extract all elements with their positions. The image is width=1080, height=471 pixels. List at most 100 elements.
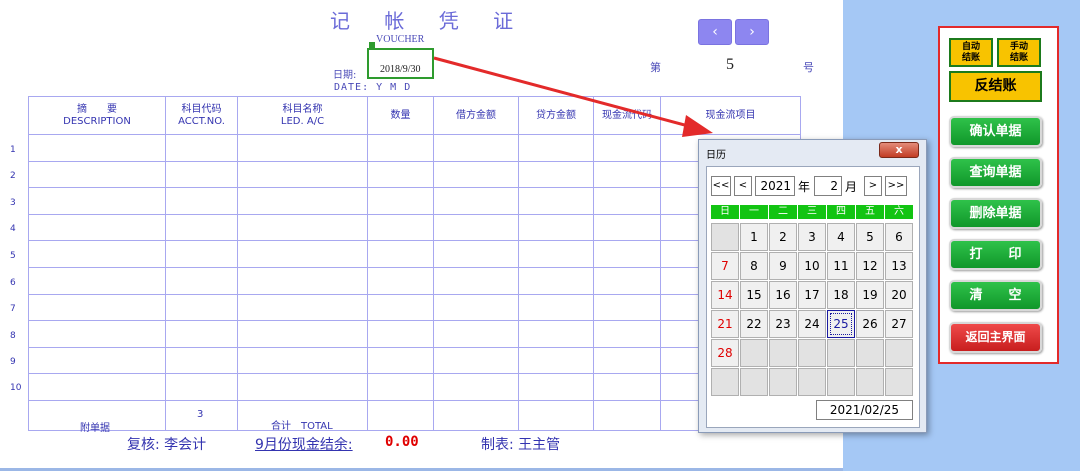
- calendar-empty-cell: [885, 368, 913, 396]
- date-field-handle: [369, 42, 375, 50]
- prev-year-button[interactable]: <<: [711, 176, 731, 196]
- calendar-day[interactable]: 9: [769, 252, 797, 280]
- calendar-day[interactable]: 14: [711, 281, 739, 309]
- weekday-header: 日 一 二 三 四 五 六: [711, 205, 913, 219]
- table-row[interactable]: [28, 373, 801, 401]
- calendar-day[interactable]: 5: [856, 223, 884, 251]
- row-number: 3: [10, 198, 16, 208]
- year-input[interactable]: 2021: [755, 176, 795, 196]
- table-row[interactable]: [28, 293, 801, 322]
- header-quantity: 数量: [367, 96, 434, 135]
- weekday-label: 六: [885, 205, 913, 219]
- calendar-day[interactable]: 24: [798, 310, 826, 338]
- calendar-empty-cell: [769, 339, 797, 367]
- weekday-label: 四: [827, 205, 855, 219]
- calendar-day[interactable]: 3: [798, 223, 826, 251]
- table-row[interactable]: [28, 134, 801, 162]
- row-number: 9: [10, 357, 16, 367]
- weekday-label: 日: [711, 205, 739, 219]
- calendar-day[interactable]: 21: [711, 310, 739, 338]
- voucher-number-label: 第: [650, 61, 661, 74]
- calendar-day[interactable]: 20: [885, 281, 913, 309]
- month-label: 月: [845, 180, 858, 194]
- prev-voucher-button[interactable]: ‹: [698, 19, 732, 45]
- calendar-empty-cell: [740, 339, 768, 367]
- calendar-day[interactable]: 15: [740, 281, 768, 309]
- calendar-day[interactable]: 22: [740, 310, 768, 338]
- calendar-day[interactable]: 1: [740, 223, 768, 251]
- next-voucher-button[interactable]: ›: [735, 19, 769, 45]
- delete-voucher-button[interactable]: 删除单据: [949, 198, 1042, 229]
- print-button[interactable]: 打 印: [949, 239, 1042, 270]
- table-header-row: 摘 要 DESCRIPTION 科目代码 ACCT.NO. 科目名称 LED. A/C…: [28, 96, 801, 135]
- total-label: 合计 TOTAL: [271, 421, 333, 432]
- calendar-day[interactable]: 19: [856, 281, 884, 309]
- voucher-table: 摘 要 DESCRIPTION 科目代码 ACCT.NO. 科目名称 LED. A/C…: [28, 96, 801, 431]
- next-month-button[interactable]: >: [864, 176, 882, 196]
- attachments-label: 附单据: [80, 423, 110, 434]
- auto-close-button[interactable]: 自动 结账: [949, 38, 993, 67]
- close-icon[interactable]: x: [879, 142, 919, 158]
- selected-date-field[interactable]: 2021/02/25: [816, 400, 913, 420]
- manual-close-button[interactable]: 手动 结账: [997, 38, 1041, 67]
- calendar-day[interactable]: 7: [711, 252, 739, 280]
- calendar-day[interactable]: 26: [856, 310, 884, 338]
- calendar-empty-cell: [798, 368, 826, 396]
- calendar-day[interactable]: 13: [885, 252, 913, 280]
- cash-balance-value: 0.00: [385, 434, 419, 450]
- header-description: 摘 要 DESCRIPTION: [28, 96, 166, 135]
- calendar-day[interactable]: 12: [856, 252, 884, 280]
- back-to-main-button[interactable]: 返回主界面: [949, 322, 1042, 353]
- calendar-empty-cell: [769, 368, 797, 396]
- month-input[interactable]: 2: [814, 176, 842, 196]
- calendar-day[interactable]: 18: [827, 281, 855, 309]
- year-label: 年: [798, 180, 811, 194]
- calendar-empty-cell: [711, 368, 739, 396]
- calendar-title: 日历: [706, 150, 726, 161]
- calendar-day[interactable]: 8: [740, 252, 768, 280]
- calendar-dialog: 日历 x << < 2021 年 2 月 > >> 日 一 二 三 四 五 六 …: [698, 139, 927, 433]
- table-row[interactable]: [28, 187, 801, 215]
- row-number: 6: [10, 278, 16, 288]
- table-row[interactable]: [28, 213, 801, 242]
- calendar-day[interactable]: 6: [885, 223, 913, 251]
- table-row[interactable]: [28, 320, 801, 348]
- table-row[interactable]: [28, 346, 801, 375]
- weekday-label: 三: [798, 205, 826, 219]
- calendar-day[interactable]: 25: [827, 310, 855, 338]
- table-row[interactable]: [28, 266, 801, 295]
- prev-month-button[interactable]: <: [734, 176, 752, 196]
- calendar-day[interactable]: 23: [769, 310, 797, 338]
- voucher-number-suffix: 号: [803, 61, 814, 74]
- confirm-voucher-button[interactable]: 确认单据: [949, 116, 1042, 147]
- row-number: 1: [10, 145, 16, 155]
- calendar-day[interactable]: 17: [798, 281, 826, 309]
- next-year-button[interactable]: >>: [885, 176, 907, 196]
- voucher-number: 5: [726, 56, 734, 73]
- calendar-empty-cell: [711, 223, 739, 251]
- calendar-day[interactable]: 10: [798, 252, 826, 280]
- calendar-day[interactable]: 16: [769, 281, 797, 309]
- date-format-label: DATE: Y M D: [334, 82, 412, 93]
- calendar-day[interactable]: 27: [885, 310, 913, 338]
- query-voucher-button[interactable]: 查询单据: [949, 157, 1042, 188]
- reviewer-text: 复核: 李会计: [127, 437, 207, 453]
- calendar-day[interactable]: 11: [827, 252, 855, 280]
- header-debit: 借方金额: [433, 96, 519, 135]
- voucher-subtitle: VOUCHER: [376, 34, 425, 45]
- row-number: 10: [10, 383, 22, 393]
- header-acct-no: 科目代码 ACCT.NO.: [165, 96, 238, 135]
- calendar-day[interactable]: 4: [827, 223, 855, 251]
- row-number: 8: [10, 331, 16, 341]
- clear-button[interactable]: 清 空: [949, 280, 1042, 311]
- table-row[interactable]: [28, 160, 801, 189]
- row-number: 7: [10, 304, 16, 314]
- cash-balance-label[interactable]: 9月份现金结余:: [255, 434, 353, 454]
- calendar-day[interactable]: 2: [769, 223, 797, 251]
- calendar-body: << < 2021 年 2 月 > >> 日 一 二 三 四 五 六 12345…: [706, 166, 920, 428]
- table-footer-row: [28, 399, 801, 431]
- table-row[interactable]: [28, 240, 801, 268]
- calendar-day[interactable]: 28: [711, 339, 739, 367]
- reverse-close-button[interactable]: 反结账: [949, 71, 1042, 102]
- calendar-empty-cell: [827, 339, 855, 367]
